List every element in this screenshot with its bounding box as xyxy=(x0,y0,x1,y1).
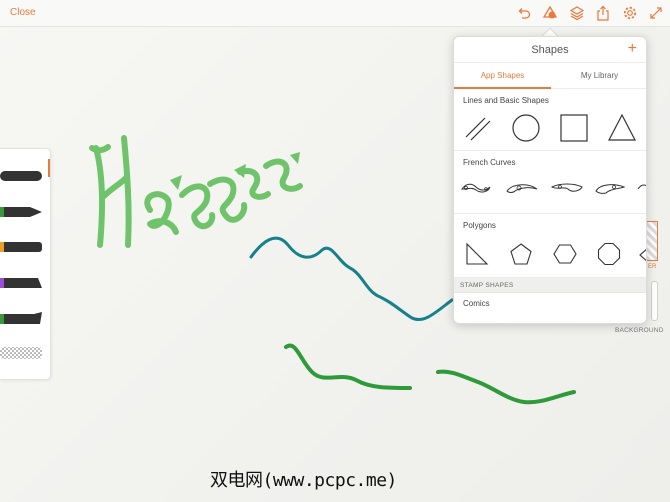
section-label: Comics xyxy=(463,299,490,308)
section-comics: Comics xyxy=(454,293,646,323)
share-icon[interactable] xyxy=(595,5,611,21)
background-layer-label[interactable]: BACKGROUND xyxy=(615,327,664,334)
brush-1[interactable] xyxy=(0,169,44,183)
brush-2[interactable] xyxy=(0,205,44,219)
pentagon-icon[interactable] xyxy=(509,242,533,266)
brush-5[interactable] xyxy=(0,312,44,326)
shapes-panel: Shapes + App Shapes My Library Lines and… xyxy=(453,36,647,324)
right-triangle-icon[interactable] xyxy=(465,242,489,266)
circle-shape-icon[interactable] xyxy=(511,113,541,143)
shapes-icon[interactable] xyxy=(542,5,558,21)
layers-icon[interactable] xyxy=(569,5,585,21)
close-button[interactable]: Close xyxy=(10,7,36,18)
section-label: French Curves xyxy=(463,158,516,167)
tab-app-shapes[interactable]: App Shapes xyxy=(454,71,551,80)
hexagon-icon[interactable] xyxy=(553,242,577,266)
settings-icon[interactable] xyxy=(622,5,638,21)
octagon-icon[interactable] xyxy=(597,242,621,266)
stamp-shapes-label: STAMP SHAPES xyxy=(460,282,514,289)
tab-my-library-label: My Library xyxy=(580,71,619,80)
triangle-shape-icon[interactable] xyxy=(607,113,637,143)
undo-icon[interactable] xyxy=(516,5,532,21)
add-shape-button[interactable]: + xyxy=(628,40,637,58)
shapes-tabs: App Shapes My Library xyxy=(454,63,646,89)
eraser[interactable] xyxy=(0,346,44,360)
section-basic-shapes: Lines and Basic Shapes xyxy=(454,89,646,151)
section-label: Polygons xyxy=(463,221,496,230)
brush-4[interactable] xyxy=(0,276,44,290)
top-toolbar: Close xyxy=(0,0,670,27)
shapes-panel-header: Shapes + xyxy=(454,37,646,63)
opacity-slider[interactable] xyxy=(651,281,658,321)
fullscreen-icon[interactable] xyxy=(648,5,664,21)
section-polygons: Polygons xyxy=(454,214,646,278)
french-curve-1-icon[interactable] xyxy=(460,181,492,195)
shapes-panel-title: Shapes xyxy=(531,44,569,56)
french-curve-3-icon[interactable] xyxy=(550,181,584,195)
tab-my-library[interactable]: My Library xyxy=(551,71,646,80)
tab-app-shapes-label: App Shapes xyxy=(480,71,525,80)
square-shape-icon[interactable] xyxy=(559,113,589,143)
french-curve-4-icon[interactable] xyxy=(594,181,626,195)
section-french-curves: French Curves xyxy=(454,151,646,214)
lines-shape-icon[interactable] xyxy=(463,113,493,143)
layer-label: ER xyxy=(648,264,657,270)
polygon-partial-icon[interactable] xyxy=(638,246,646,264)
section-label: Lines and Basic Shapes xyxy=(463,96,549,105)
active-brush-indicator xyxy=(48,159,50,177)
layer-thumbnail[interactable] xyxy=(647,221,658,261)
stamp-shapes-header: STAMP SHAPES xyxy=(454,278,646,293)
brush-palette xyxy=(0,148,51,380)
french-curve-2-icon[interactable] xyxy=(505,181,539,195)
brush-3[interactable] xyxy=(0,240,44,254)
french-curve-5-icon[interactable] xyxy=(636,181,646,195)
watermark-text: 双电网(www.pcpc.me) xyxy=(210,470,397,491)
